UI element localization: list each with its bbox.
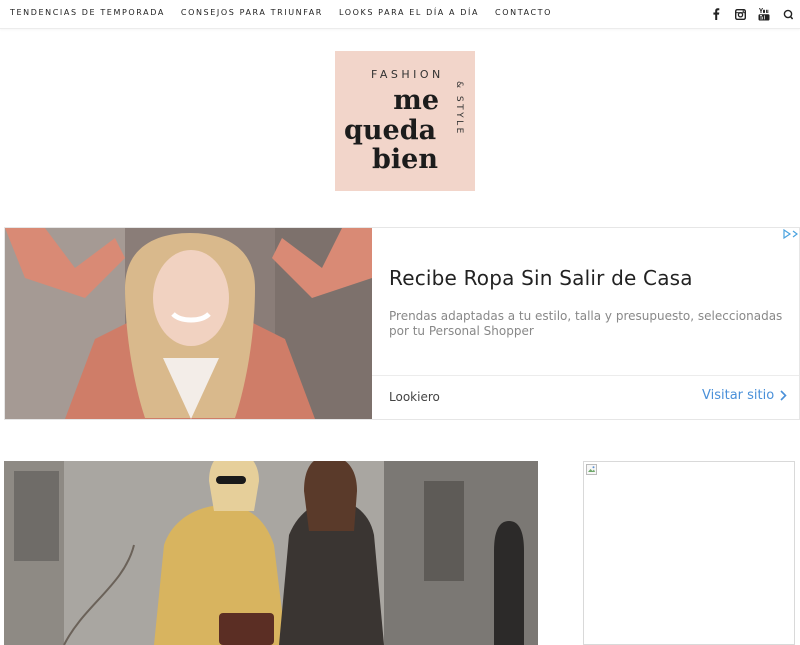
logo-line-queda: queda [344,115,437,146]
featured-article-image[interactable] [4,461,538,645]
social-links [704,6,800,22]
logo-style-text: & STYLE [454,81,464,136]
visit-site-button[interactable]: Visitar sitio [702,388,787,403]
sidebar-image-placeholder[interactable] [583,461,795,645]
main-menu: TENDENCIAS DE TEMPORADA CONSEJOS PARA TR… [10,8,552,17]
youtube-icon[interactable] [752,6,776,22]
nav-item-consejos[interactable]: CONSEJOS PARA TRIUNFAR [181,8,323,17]
nav-item-contacto[interactable]: CONTACTO [495,8,552,17]
nav-item-tendencias[interactable]: TENDENCIAS DE TEMPORADA [10,8,165,17]
logo-line-bien: bien [372,144,438,175]
search-icon[interactable] [776,6,800,22]
logo-line-me: me [393,85,439,116]
visit-site-label: Visitar sitio [702,388,775,403]
ad-description: Prendas adaptadas a tu estilo, talla y p… [389,309,783,338]
ad-headline[interactable]: Recibe Ropa Sin Salir de Casa [389,266,693,290]
broken-image-icon [586,464,597,475]
facebook-icon[interactable] [704,6,728,22]
display-ad[interactable]: Recibe Ropa Sin Salir de Casa Prendas ad… [4,227,800,420]
nav-item-looks[interactable]: LOOKS PARA EL DÍA A DÍA [339,8,479,17]
logo-fashion-text: FASHION [371,68,444,81]
top-navigation-bar: TENDENCIAS DE TEMPORADA CONSEJOS PARA TR… [0,0,800,29]
ad-image-smiling-woman[interactable] [5,228,372,419]
chevron-right-icon [780,390,787,401]
site-logo[interactable]: FASHION me queda bien & STYLE [335,51,475,191]
instagram-icon[interactable] [728,6,752,22]
ad-advertiser-name: Lookiero [389,390,440,404]
ad-divider [372,375,799,376]
adchoices-icon[interactable] [783,229,799,239]
